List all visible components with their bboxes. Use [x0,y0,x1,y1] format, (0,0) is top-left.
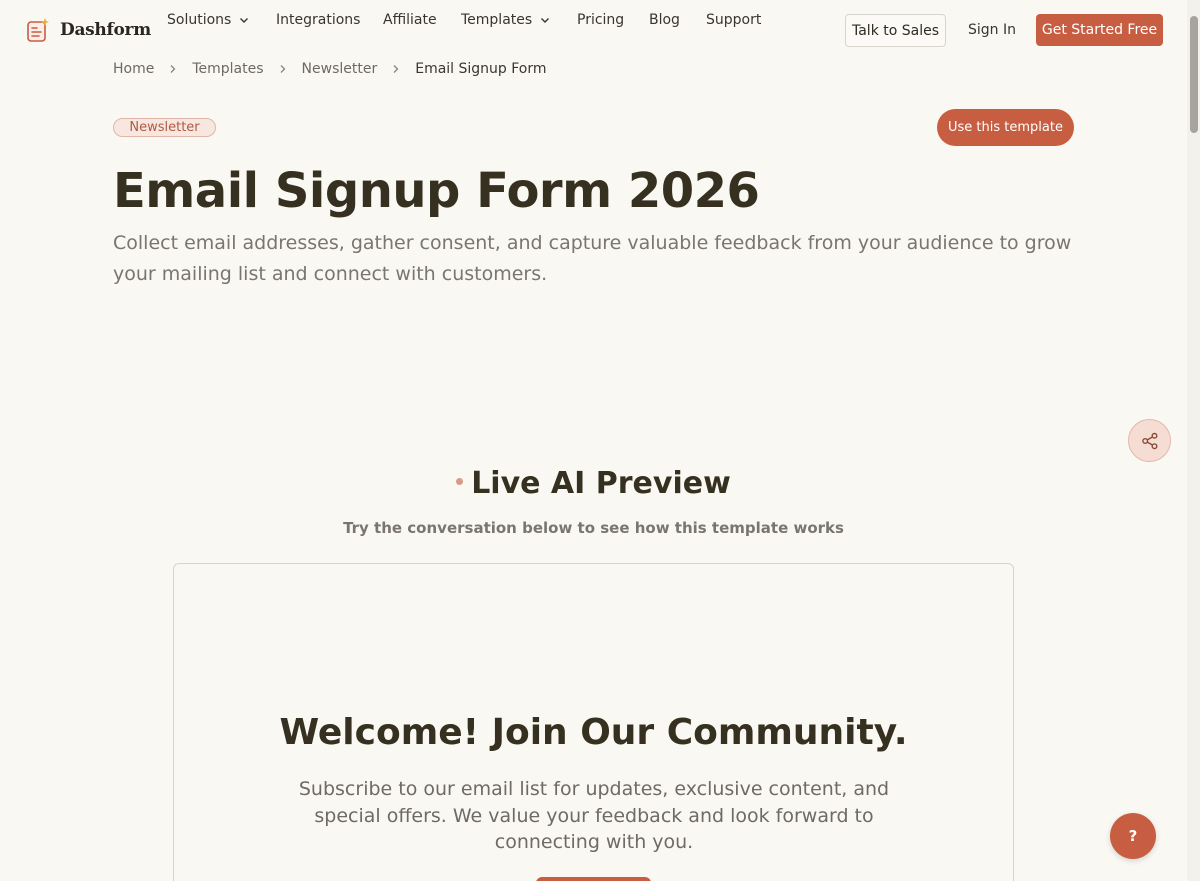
breadcrumb: Home Templates Newsletter Email Signup F… [113,61,547,77]
nav-affiliate[interactable]: Affiliate [383,12,437,28]
breadcrumb-current: Email Signup Form [415,61,547,77]
preview-card: Welcome! Join Our Community. Subscribe t… [173,563,1014,881]
get-started-button[interactable]: Get Started Free [1036,14,1163,46]
chevron-right-icon [280,65,285,73]
nav-solutions[interactable]: Solutions [167,12,249,28]
preview-subheading: Try the conversation below to see how th… [343,519,844,537]
help-button[interactable]: ? [1110,813,1156,859]
brand-name: Dashform [60,20,151,40]
nav-templates-label: Templates [461,12,533,28]
brand-logo[interactable]: Dashform [26,17,151,43]
chevron-right-icon [393,65,399,73]
page-title: Email Signup Form 2026 [113,163,760,219]
breadcrumb-home[interactable]: Home [113,61,154,77]
nav-blog[interactable]: Blog [649,12,680,28]
nav-integrations[interactable]: Integrations [276,12,360,28]
page-description: Collect email addresses, gather consent,… [113,232,1072,285]
share-icon [1141,432,1157,449]
nav-support[interactable]: Support [706,12,761,28]
chevron-right-icon [170,65,176,73]
talk-to-sales-button[interactable]: Talk to Sales [845,14,946,47]
preview-heading-label: Live AI Preview [471,466,731,501]
breadcrumb-templates[interactable]: Templates [192,61,263,77]
card-title: Welcome! Join Our Community. [279,712,908,753]
share-button[interactable] [1128,419,1171,462]
sign-in-link[interactable]: Sign In [968,22,1016,38]
form-sparkle-icon [26,17,50,43]
preview-heading: Live AI Preview [0,466,1187,501]
category-tag[interactable]: Newsletter [113,118,216,137]
nav-pricing[interactable]: Pricing [577,12,624,28]
card-start-button[interactable] [536,877,651,881]
page-scrollbar[interactable] [1187,0,1200,881]
top-nav-bar: Dashform Solutions Integrations Affiliat… [0,0,1187,60]
status-dot [456,478,464,485]
breadcrumb-newsletter[interactable]: Newsletter [302,61,378,77]
page: Dashform Solutions Integrations Affiliat… [0,0,1200,881]
chevron-down-icon [240,18,249,23]
scrollbar-thumb[interactable] [1190,16,1198,133]
card-description: Subscribe to our email list for updates,… [298,778,890,853]
chevron-down-icon [541,18,550,23]
use-template-button[interactable]: Use this template [937,109,1074,146]
nav-templates[interactable]: Templates [461,12,550,28]
nav-solutions-label: Solutions [167,12,232,28]
